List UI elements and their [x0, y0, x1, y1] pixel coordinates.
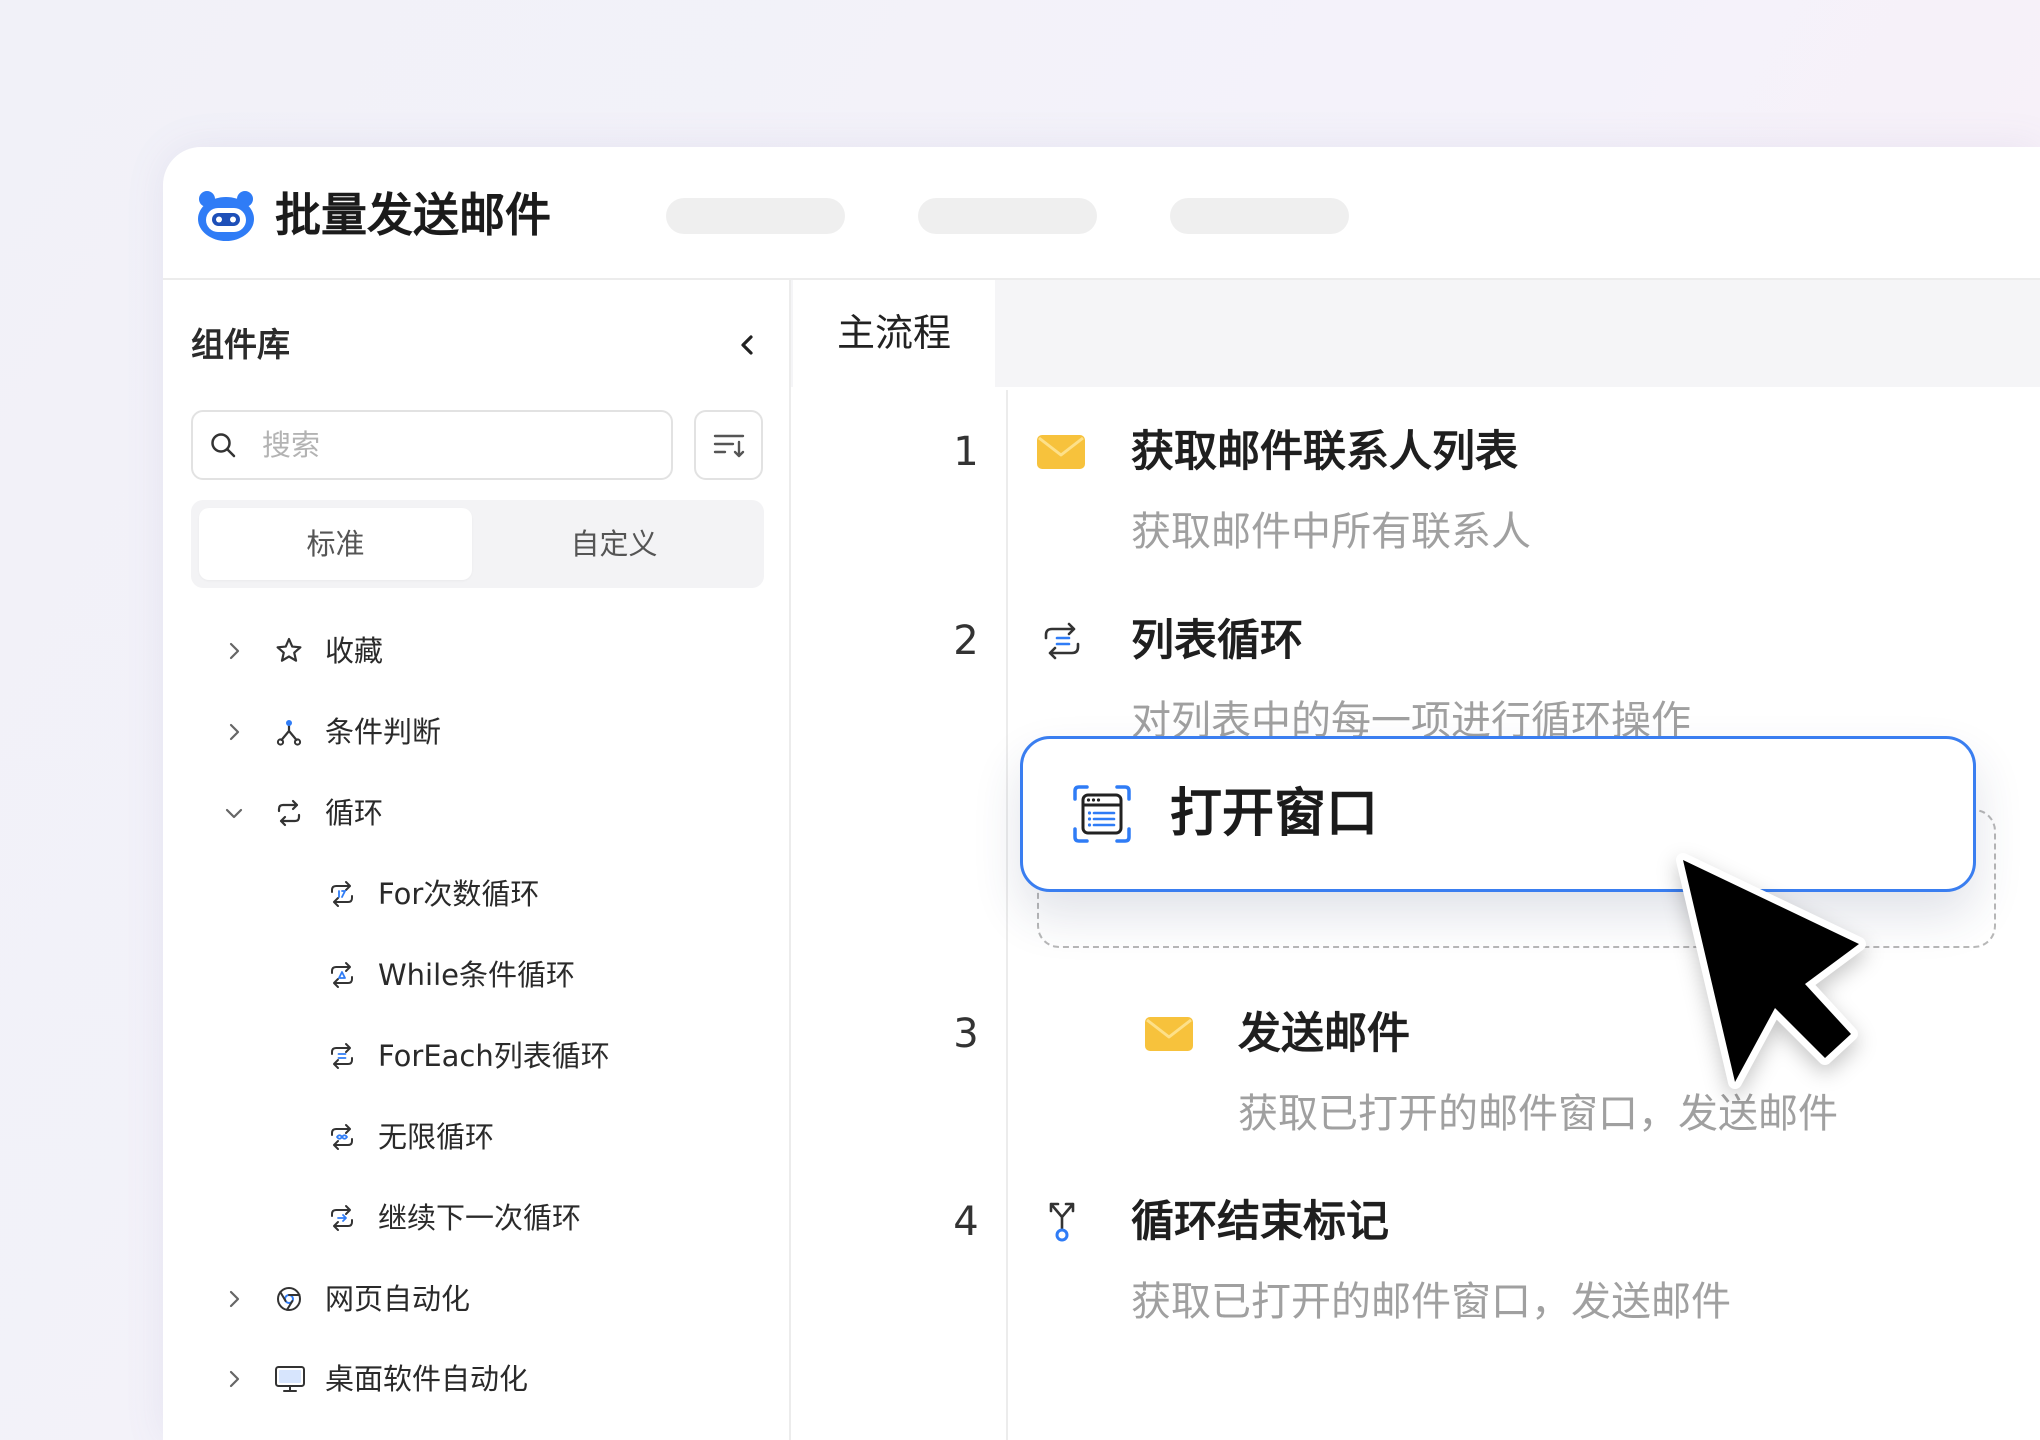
- header-tab-placeholder[interactable]: [1170, 198, 1349, 234]
- flow-tabbar: 主流程: [791, 280, 2040, 387]
- tree-item-conditions[interactable]: 条件判断: [163, 697, 789, 767]
- tree-item-label: 收藏: [325, 634, 384, 668]
- app-window: 批量发送邮件 组件库 标准 自定义 收藏: [163, 147, 2040, 1440]
- loop-icon: [274, 798, 306, 828]
- for-loop-icon: [327, 879, 359, 909]
- tree-item-label: 网页自动化: [325, 1282, 471, 1316]
- mail-icon: [1036, 432, 1086, 476]
- chevron-right-icon[interactable]: [223, 640, 245, 662]
- library-tabs: 标准 自定义: [191, 500, 764, 588]
- step-title: 获取邮件联系人列表: [1131, 427, 1518, 477]
- continue-loop-icon: [327, 1203, 359, 1233]
- chevron-down-icon[interactable]: [223, 802, 245, 824]
- step-number: 3: [953, 1011, 979, 1057]
- step-title: 发送邮件: [1238, 1009, 1410, 1059]
- sort-filter-icon: [713, 434, 745, 458]
- chevron-right-icon[interactable]: [223, 1288, 245, 1310]
- header-tab-placeholder[interactable]: [666, 198, 845, 234]
- list-loop-icon: [1040, 621, 1084, 665]
- chevron-left-icon[interactable]: [734, 331, 762, 359]
- header-tab-placeholder[interactable]: [918, 198, 1097, 234]
- tree-item-for-loop[interactable]: For次数循环: [163, 859, 789, 929]
- star-icon: [274, 636, 306, 666]
- component-library-sidebar: 组件库 标准 自定义 收藏 条件判断: [163, 280, 791, 1440]
- while-loop-icon: [327, 960, 359, 990]
- flow-editor: 主流程 1 获取邮件联系人列表 获取邮件中所有联系人 2 列表循环 对列表中的每…: [791, 280, 2040, 1440]
- tree-item-label: 继续下一次循环: [378, 1201, 582, 1235]
- loop-end-icon: [1044, 1199, 1080, 1249]
- tree-item-label: ForEach列表循环: [378, 1039, 610, 1073]
- step-title: 循环结束标记: [1131, 1197, 1389, 1247]
- flow-step[interactable]: 1 获取邮件联系人列表 获取邮件中所有联系人: [791, 427, 2040, 567]
- tree-item-label: 条件判断: [325, 715, 442, 749]
- tree-item-foreach-loop[interactable]: ForEach列表循环: [163, 1021, 789, 1091]
- flow-step[interactable]: 4 循环结束标记 获取已打开的邮件窗口，发送邮件: [791, 1197, 2040, 1337]
- tab-label: 自定义: [570, 527, 658, 561]
- sort-filter-button[interactable]: [694, 410, 763, 480]
- step-number: 1: [953, 429, 979, 475]
- tree-item-loops[interactable]: 循环: [163, 778, 789, 848]
- step-description: 获取已打开的邮件窗口，发送邮件: [1131, 1279, 1731, 1325]
- step-description: 获取邮件中所有联系人: [1131, 509, 1531, 555]
- tree-item-label: While条件循环: [378, 958, 576, 992]
- robot-logo-icon: [195, 187, 257, 243]
- infinite-loop-icon: [327, 1122, 359, 1152]
- step-title: 列表循环: [1131, 616, 1303, 666]
- tree-item-favorites[interactable]: 收藏: [163, 616, 789, 686]
- desktop-icon: [274, 1364, 306, 1394]
- dragging-step-title: 打开窗口: [1170, 784, 1379, 844]
- tree-item-label: 无限循环: [378, 1120, 495, 1154]
- tree-item-desktop-automation[interactable]: 桌面软件自动化: [163, 1344, 789, 1414]
- tree-item-continue-loop[interactable]: 继续下一次循环: [163, 1183, 789, 1253]
- tree-item-label: 循环: [325, 796, 384, 830]
- tree-item-label: For次数循环: [378, 877, 540, 911]
- tab-label: 标准: [306, 527, 365, 561]
- browser-icon: [274, 1284, 306, 1314]
- flow-step[interactable]: 2 列表循环 对列表中的每一项进行循环操作: [791, 616, 2040, 756]
- tab-main-flow[interactable]: 主流程: [793, 280, 995, 387]
- step-number: 2: [953, 618, 979, 664]
- tab-custom[interactable]: 自定义: [472, 508, 756, 580]
- sidebar-title: 组件库: [191, 325, 290, 364]
- step-number: 4: [953, 1199, 979, 1245]
- chevron-right-icon[interactable]: [223, 1368, 245, 1390]
- window-icon: [1069, 781, 1135, 847]
- tree-item-infinite-loop[interactable]: 无限循环: [163, 1102, 789, 1172]
- tab-standard[interactable]: 标准: [199, 508, 472, 580]
- mouse-pointer-icon: [1676, 853, 1866, 1089]
- tree-item-label: 桌面软件自动化: [325, 1362, 529, 1396]
- tree-item-web-automation[interactable]: 网页自动化: [163, 1264, 789, 1334]
- page-title: 批量发送邮件: [275, 188, 551, 242]
- tab-label: 主流程: [836, 311, 951, 355]
- tree-item-while-loop[interactable]: While条件循环: [163, 940, 789, 1010]
- mail-icon: [1144, 1014, 1194, 1058]
- branch-icon: [274, 717, 306, 747]
- foreach-loop-icon: [327, 1041, 359, 1071]
- chevron-right-icon[interactable]: [223, 721, 245, 743]
- app-header: 批量发送邮件: [163, 147, 2040, 280]
- search-icon: [209, 431, 237, 459]
- search-box[interactable]: [191, 410, 673, 480]
- search-input[interactable]: [262, 420, 652, 470]
